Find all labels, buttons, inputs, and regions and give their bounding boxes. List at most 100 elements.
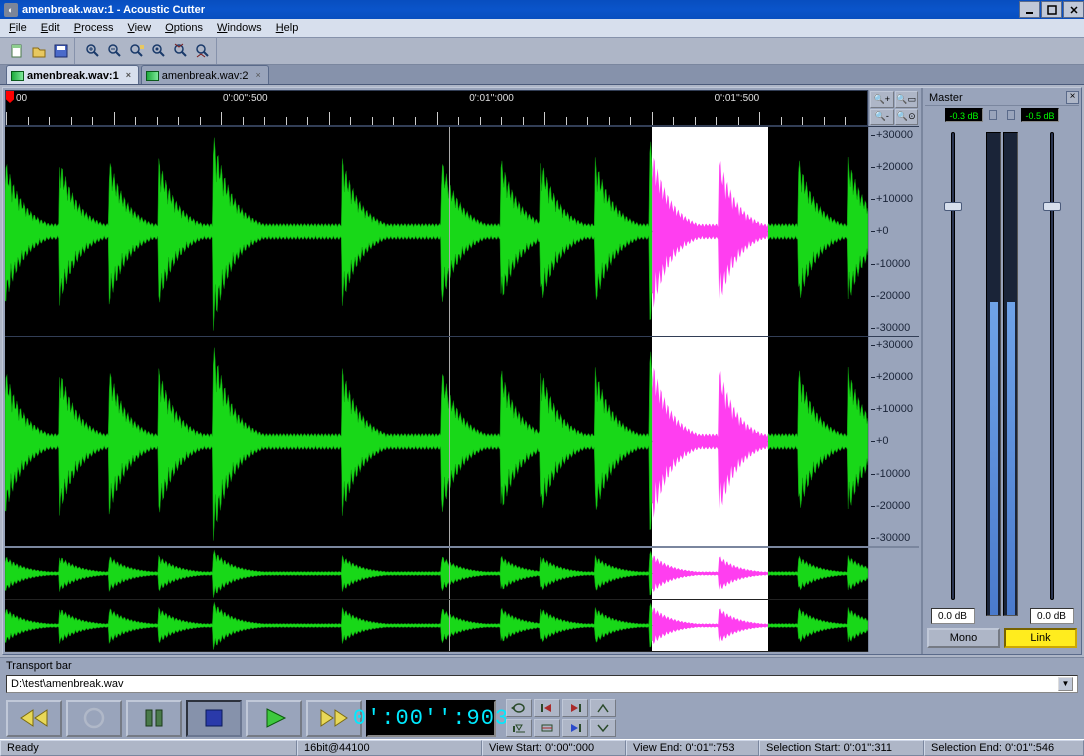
menu-process[interactable]: Process — [67, 20, 121, 36]
content-area: 00 0':00'':500 0':01'':000 0':01'':500 d… — [2, 87, 1082, 655]
goto-start-icon[interactable] — [534, 699, 560, 717]
waveform-display-left[interactable] — [5, 127, 868, 336]
stop-button[interactable] — [186, 700, 242, 737]
waveform-icon — [146, 71, 159, 81]
minimize-button[interactable] — [1019, 1, 1040, 18]
transport-label: Transport bar — [6, 660, 1078, 673]
menu-windows[interactable]: Windows — [210, 20, 269, 36]
waveform-display-right[interactable] — [5, 337, 868, 546]
tabbar: amenbreak.wav:1 × amenbreak.wav:2 × — [0, 65, 1084, 85]
open-file-icon[interactable] — [28, 40, 50, 62]
playback-cursor — [449, 127, 450, 336]
maximize-button[interactable] — [1041, 1, 1062, 18]
window-title: amenbreak.wav:1 - Acoustic Cutter — [22, 4, 205, 16]
status-view-end: View End: 0':01'':753 — [626, 740, 759, 756]
master-title: Master — [929, 92, 963, 104]
new-file-icon[interactable] — [6, 40, 28, 62]
mono-button[interactable]: Mono — [927, 628, 1000, 648]
statusbar: Ready 16bit@44100 View Start: 0':00'':00… — [0, 739, 1084, 756]
status-format: 16bit@44100 — [297, 740, 482, 756]
zoom-out-icon[interactable] — [104, 40, 126, 62]
time-value: 0':00'':903 — [353, 706, 509, 731]
ruler-label: 00 — [16, 93, 27, 104]
level-meter-right — [1003, 132, 1018, 616]
goto-end-icon[interactable] — [562, 699, 588, 717]
waveform-icon — [11, 71, 24, 81]
fader-left — [925, 124, 980, 624]
amplitude-scale: +30000+20000+10000+0-10000-20000-30000 — [868, 337, 919, 546]
loop-icon[interactable] — [506, 699, 532, 717]
menu-file[interactable]: File — [2, 20, 34, 36]
app-icon: ◐ — [4, 3, 18, 17]
pause-button[interactable] — [126, 700, 182, 737]
zoom-fit-icon[interactable]: 🔍⊙ — [895, 109, 919, 126]
menu-view[interactable]: View — [120, 20, 158, 36]
ruler-label: 0':00'':500 — [223, 93, 268, 104]
tab-label: amenbreak.wav:1 — [27, 70, 119, 82]
tool-group-zoom — [80, 38, 217, 64]
transport-bar: Transport bar D:\test\amenbreak.wav ▼ 0'… — [0, 657, 1084, 739]
zoom-sel-icon[interactable] — [126, 40, 148, 62]
zoom-sel-icon[interactable]: 🔍▭ — [895, 91, 919, 108]
dropdown-icon[interactable]: ▼ — [1058, 677, 1073, 691]
rewind-button[interactable] — [6, 700, 62, 737]
zoom-out-icon[interactable]: 🔍- — [870, 109, 894, 126]
menubar: File Edit Process View Options Windows H… — [0, 19, 1084, 38]
playback-cursor — [449, 337, 450, 546]
overview-spacer — [868, 548, 919, 652]
amplitude-scale: +30000+20000+10000+0-10000-20000-30000 — [868, 127, 919, 336]
playhead-marker[interactable] — [6, 91, 16, 125]
transport-option-buttons — [506, 699, 616, 737]
close-icon[interactable]: × — [256, 72, 264, 80]
fader-thumb[interactable] — [944, 202, 962, 211]
menu-help[interactable]: Help — [269, 20, 306, 36]
center-tick-icon — [1003, 108, 1019, 122]
right-gain-input[interactable] — [1030, 608, 1074, 624]
menu-edit[interactable]: Edit — [34, 20, 67, 36]
fader-track-right[interactable] — [1042, 132, 1062, 600]
save-file-icon[interactable] — [50, 40, 72, 62]
play-button[interactable] — [246, 700, 302, 737]
channel-right: +30000+20000+10000+0-10000-20000-30000 — [5, 336, 919, 546]
window-titlebar: ◐ amenbreak.wav:1 - Acoustic Cutter — [0, 0, 1084, 19]
marker-down-icon[interactable] — [590, 719, 616, 737]
skip-fwd-icon[interactable] — [562, 719, 588, 737]
overview-panel — [5, 546, 919, 652]
tab-file-2[interactable]: amenbreak.wav:2 × — [141, 65, 269, 84]
file-path-input[interactable]: D:\test\amenbreak.wav ▼ — [6, 675, 1078, 693]
skip-back-icon[interactable] — [506, 719, 532, 737]
zoom-in-icon[interactable] — [82, 40, 104, 62]
zoom-in-icon[interactable]: 🔍+ — [870, 91, 894, 108]
ruler-label: 0':01'':000 — [469, 93, 514, 104]
zoom-v-in-icon[interactable] — [170, 40, 192, 62]
time-display: 0':00'':903 — [366, 700, 496, 737]
level-meter-left — [986, 132, 1001, 616]
fader-thumb[interactable] — [1043, 202, 1061, 211]
close-icon[interactable]: × — [126, 72, 134, 80]
marker-icon[interactable] — [590, 699, 616, 717]
status-view-start: View Start: 0':00'':000 — [482, 740, 626, 756]
status-ready: Ready — [0, 740, 297, 756]
status-sel-start: Selection Start: 0':01'':311 — [759, 740, 924, 756]
close-icon[interactable]: × — [1066, 91, 1079, 104]
playback-cursor — [449, 600, 450, 651]
zoom-v-out-icon[interactable] — [192, 40, 214, 62]
tab-label: amenbreak.wav:2 — [162, 70, 249, 82]
region-icon[interactable] — [534, 719, 560, 737]
status-sel-end: Selection End: 0':01'':546 — [924, 740, 1084, 756]
menu-options[interactable]: Options — [158, 20, 210, 36]
playback-cursor — [449, 548, 450, 599]
record-button[interactable] — [66, 700, 122, 737]
zoom-controls: 🔍+ 🔍▭ 🔍- 🔍⊙ — [868, 90, 919, 126]
toolbar — [0, 38, 1084, 65]
tab-file-1[interactable]: amenbreak.wav:1 × — [6, 65, 139, 84]
close-button[interactable] — [1063, 1, 1084, 18]
meter-pair — [980, 124, 1024, 624]
link-button[interactable]: Link — [1004, 628, 1077, 648]
overview-waveform[interactable] — [5, 548, 868, 652]
zoom-fit-icon[interactable] — [148, 40, 170, 62]
time-ruler[interactable]: 00 0':00'':500 0':01'':000 0':01'':500 d… — [5, 90, 868, 126]
left-gain-input[interactable] — [931, 608, 975, 624]
tool-group-file — [4, 38, 75, 64]
fader-track-left[interactable] — [943, 132, 963, 600]
